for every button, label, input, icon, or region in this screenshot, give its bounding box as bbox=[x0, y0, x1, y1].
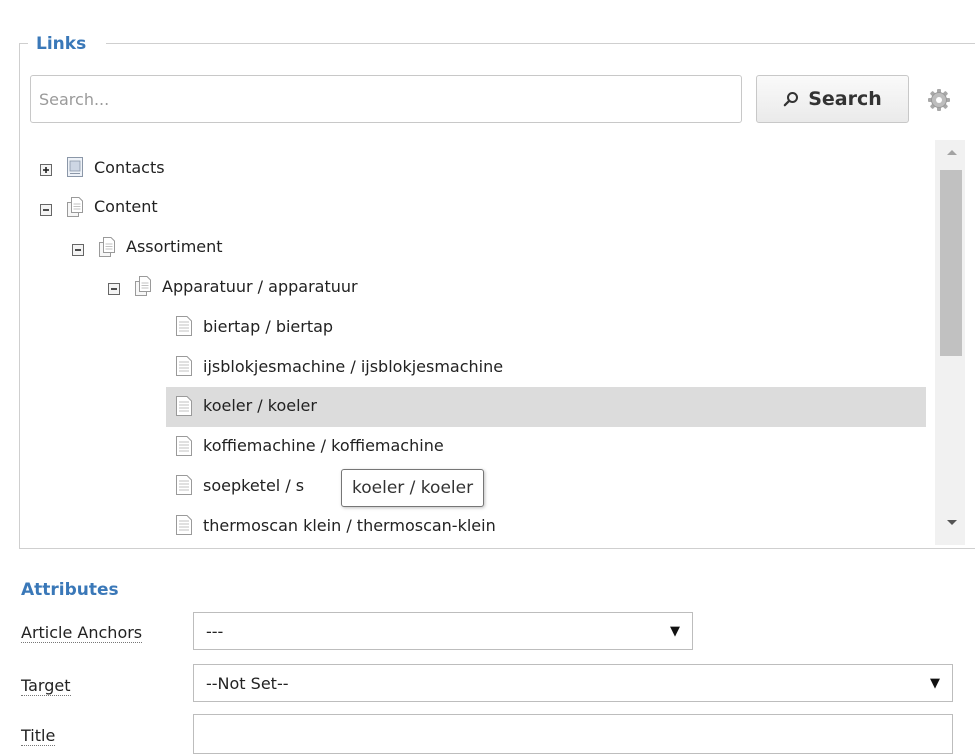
links-legend: Links bbox=[36, 34, 87, 54]
pages-icon bbox=[134, 275, 152, 297]
expand-icon[interactable] bbox=[40, 161, 52, 176]
gear-icon[interactable] bbox=[928, 89, 950, 111]
search-icon bbox=[783, 92, 799, 107]
page-icon bbox=[175, 355, 193, 377]
tree-item[interactable]: koffiemachine / koffiemachine bbox=[175, 427, 444, 465]
page-icon bbox=[175, 315, 193, 337]
tree-item-label: koffiemachine / koffiemachine bbox=[203, 436, 444, 456]
tooltip: koeler / koeler bbox=[341, 469, 485, 507]
article-anchors-label: Article Anchors bbox=[21, 623, 143, 643]
tree-item[interactable]: Contacts bbox=[40, 148, 165, 186]
dropdown-arrow-icon: ▼ bbox=[930, 675, 940, 691]
search-button[interactable]: Search bbox=[756, 75, 909, 123]
target-value: --Not Set-- bbox=[206, 673, 289, 693]
collapse-icon[interactable] bbox=[72, 241, 84, 256]
tree-item-label: thermoscan klein / thermoscan-klein bbox=[203, 515, 496, 535]
tree-item[interactable]: thermoscan klein / thermoscan-klein bbox=[175, 506, 496, 544]
tree-item-label: Apparatuur / apparatuur bbox=[162, 276, 358, 296]
fieldset-border-top bbox=[19, 43, 28, 44]
title-input[interactable] bbox=[193, 714, 953, 754]
tree-item[interactable]: Content bbox=[40, 188, 158, 226]
target-label: Target bbox=[21, 676, 71, 696]
page-icon bbox=[175, 474, 193, 496]
tree-item-label: Content bbox=[94, 197, 158, 217]
tree-item[interactable]: Apparatuur / apparatuur bbox=[108, 267, 358, 305]
tree-item[interactable]: biertap / biertap bbox=[175, 307, 333, 345]
page-icon bbox=[175, 395, 193, 417]
tree-item-label: ijsblokjesmachine / ijsblokjesmachine bbox=[203, 356, 504, 376]
tree-item-label: Assortiment bbox=[126, 237, 223, 257]
fieldset-border-top bbox=[106, 43, 975, 44]
dropdown-arrow-icon: ▼ bbox=[670, 623, 680, 639]
page-icon bbox=[175, 514, 193, 536]
collapse-icon[interactable] bbox=[108, 280, 120, 296]
pages-icon bbox=[98, 236, 116, 258]
tree-item[interactable]: soepketel / s bbox=[175, 466, 304, 504]
tree-item-label: koeler / koeler bbox=[203, 396, 317, 416]
tree-item[interactable]: ijsblokjesmachine / ijsblokjesmachine bbox=[175, 347, 503, 385]
pages-icon bbox=[66, 196, 84, 218]
tree-item-label: Contacts bbox=[94, 157, 165, 177]
search-input[interactable] bbox=[30, 75, 742, 123]
folder-icon bbox=[66, 156, 84, 178]
target-select[interactable]: --Not Set-- ▼ bbox=[193, 664, 953, 702]
attributes-heading: Attributes bbox=[21, 580, 119, 600]
tree-item-label: biertap / biertap bbox=[203, 316, 334, 336]
tree-item[interactable]: koeler / koeler bbox=[175, 387, 317, 425]
scroll-up-icon[interactable] bbox=[946, 148, 958, 156]
collapse-icon[interactable] bbox=[40, 201, 52, 216]
page-icon bbox=[175, 435, 193, 457]
title-label: Title bbox=[21, 726, 56, 746]
scroll-down-icon[interactable] bbox=[946, 519, 958, 527]
search-button-label: Search bbox=[808, 88, 882, 110]
fieldset-border-left bbox=[19, 43, 20, 548]
fieldset-border-bottom bbox=[19, 548, 975, 549]
article-anchors-value: --- bbox=[206, 621, 224, 641]
tree-item[interactable]: Assortiment bbox=[72, 228, 223, 266]
tree-item-label: soepketel / s bbox=[203, 475, 305, 495]
tree-scrollbar-thumb[interactable] bbox=[940, 170, 962, 356]
article-anchors-select[interactable]: --- ▼ bbox=[193, 612, 693, 650]
